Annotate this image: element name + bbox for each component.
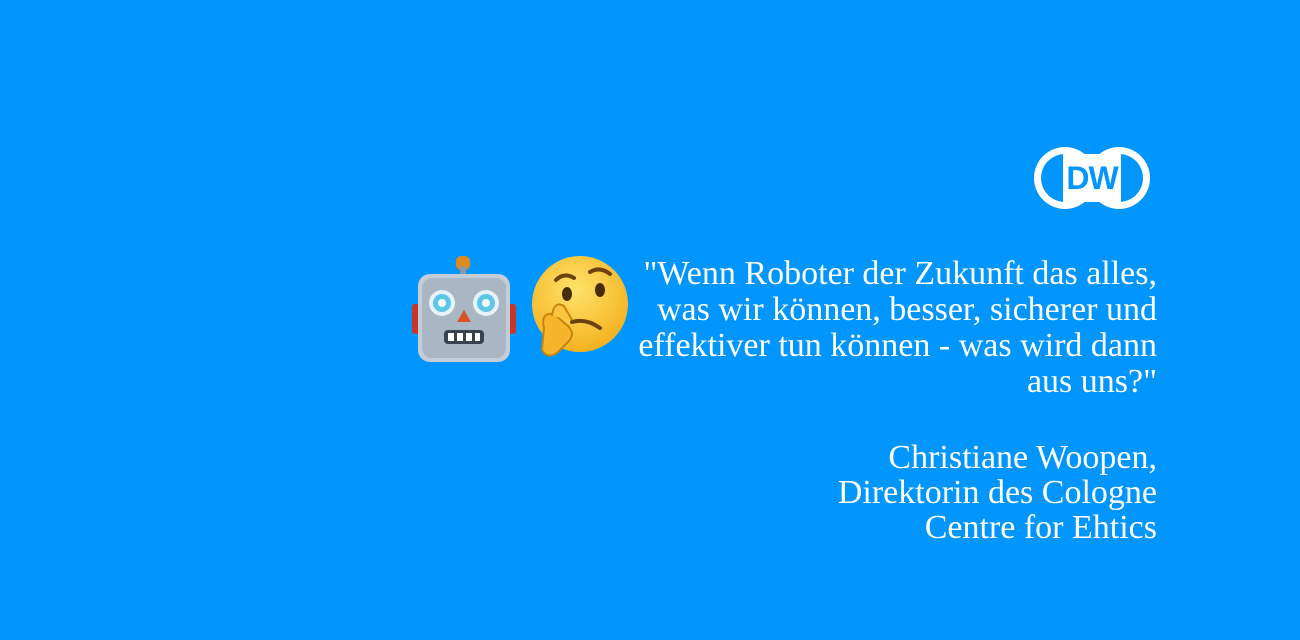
dw-logo: DW: [1033, 145, 1153, 211]
quote-block: "Wenn Roboter der Zukunft das alles, was…: [408, 256, 1157, 400]
robot-face-icon: [412, 256, 517, 362]
dw-logo-text: DW: [1066, 160, 1119, 196]
quote-attribution: Christiane Woopen, Direktorin des Cologn…: [837, 439, 1157, 546]
dw-logo-icon: DW: [1034, 147, 1150, 209]
quote-text: "Wenn Roboter der Zukunft das alles, was…: [638, 255, 1157, 400]
thinking-face-icon: [532, 256, 629, 357]
emoji-group: [408, 250, 632, 365]
